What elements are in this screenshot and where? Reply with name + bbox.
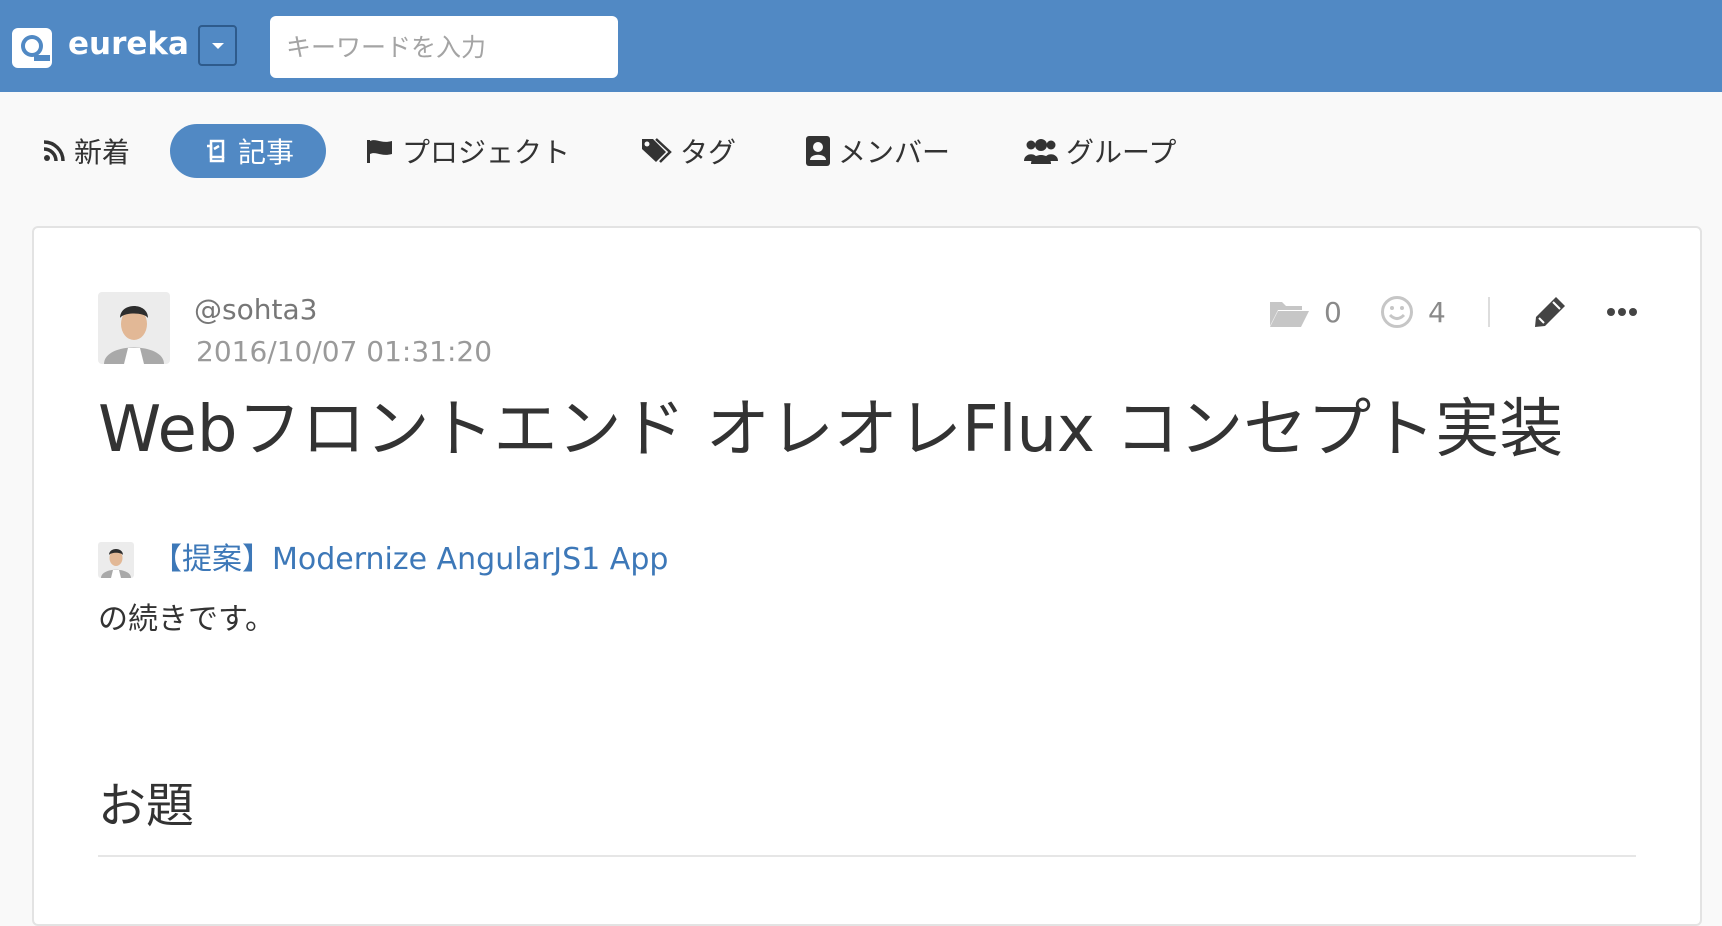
top-navbar: eureka bbox=[0, 0, 1722, 92]
reference-avatar bbox=[98, 542, 134, 578]
reaction-count-value: 4 bbox=[1428, 295, 1446, 329]
brand-name[interactable]: eureka bbox=[68, 24, 189, 64]
nav-item-members[interactable]: メンバー bbox=[806, 124, 950, 178]
folder-open-icon bbox=[1270, 302, 1309, 327]
meta-divider bbox=[1488, 297, 1490, 327]
nav-label: タグ bbox=[680, 136, 737, 169]
caret-down-icon bbox=[211, 42, 224, 49]
rss-icon bbox=[43, 140, 65, 162]
more-options-icon[interactable] bbox=[1606, 306, 1638, 318]
nav-label: グループ bbox=[1066, 136, 1177, 169]
pencil-icon[interactable] bbox=[1532, 294, 1568, 330]
nav-item-groups[interactable]: グループ bbox=[1024, 124, 1176, 178]
section-heading: お題 bbox=[98, 778, 195, 834]
eureka-logo-icon[interactable] bbox=[12, 28, 52, 68]
nav-item-projects[interactable]: プロジェクト bbox=[366, 124, 570, 178]
nav-label: メンバー bbox=[838, 136, 951, 169]
nav-item-articles[interactable]: 記事 bbox=[170, 124, 327, 178]
nav-item-tags[interactable]: タグ bbox=[640, 124, 736, 178]
folder-count-value: 0 bbox=[1324, 295, 1342, 329]
reference-article-link[interactable]: 【提案】Modernize AngularJS1 App bbox=[152, 540, 668, 580]
tags-icon bbox=[642, 138, 672, 163]
smile-icon bbox=[1381, 296, 1413, 328]
author-avatar[interactable] bbox=[98, 292, 170, 364]
users-icon bbox=[1024, 139, 1058, 164]
folder-count[interactable]: 0 bbox=[1268, 290, 1342, 334]
flag-icon bbox=[367, 140, 392, 163]
nav-label: プロジェクト bbox=[402, 136, 571, 169]
article-title: Webフロントエンド オレオレFlux コンセプト実装 bbox=[98, 393, 1564, 467]
post-timestamp: 2016/10/07 01:31:20 bbox=[196, 335, 493, 368]
nav-item-new[interactable]: 新着 bbox=[42, 124, 130, 178]
heading-underline bbox=[98, 855, 1636, 857]
author-name[interactable]: @sohta3 bbox=[194, 292, 317, 328]
brand-dropdown-button[interactable] bbox=[198, 25, 237, 66]
search-input[interactable] bbox=[270, 16, 618, 78]
nav-label: 記事 bbox=[238, 136, 295, 169]
address-book-icon bbox=[806, 136, 830, 166]
main-nav: 新着 記事 プロジェクト タグ メンバー グループ bbox=[0, 118, 1722, 184]
reaction-count[interactable]: 4 bbox=[1380, 290, 1446, 334]
nav-label: 新着 bbox=[74, 136, 131, 169]
body-paragraph: の続きです。 bbox=[98, 602, 275, 637]
documents-icon bbox=[207, 139, 225, 163]
